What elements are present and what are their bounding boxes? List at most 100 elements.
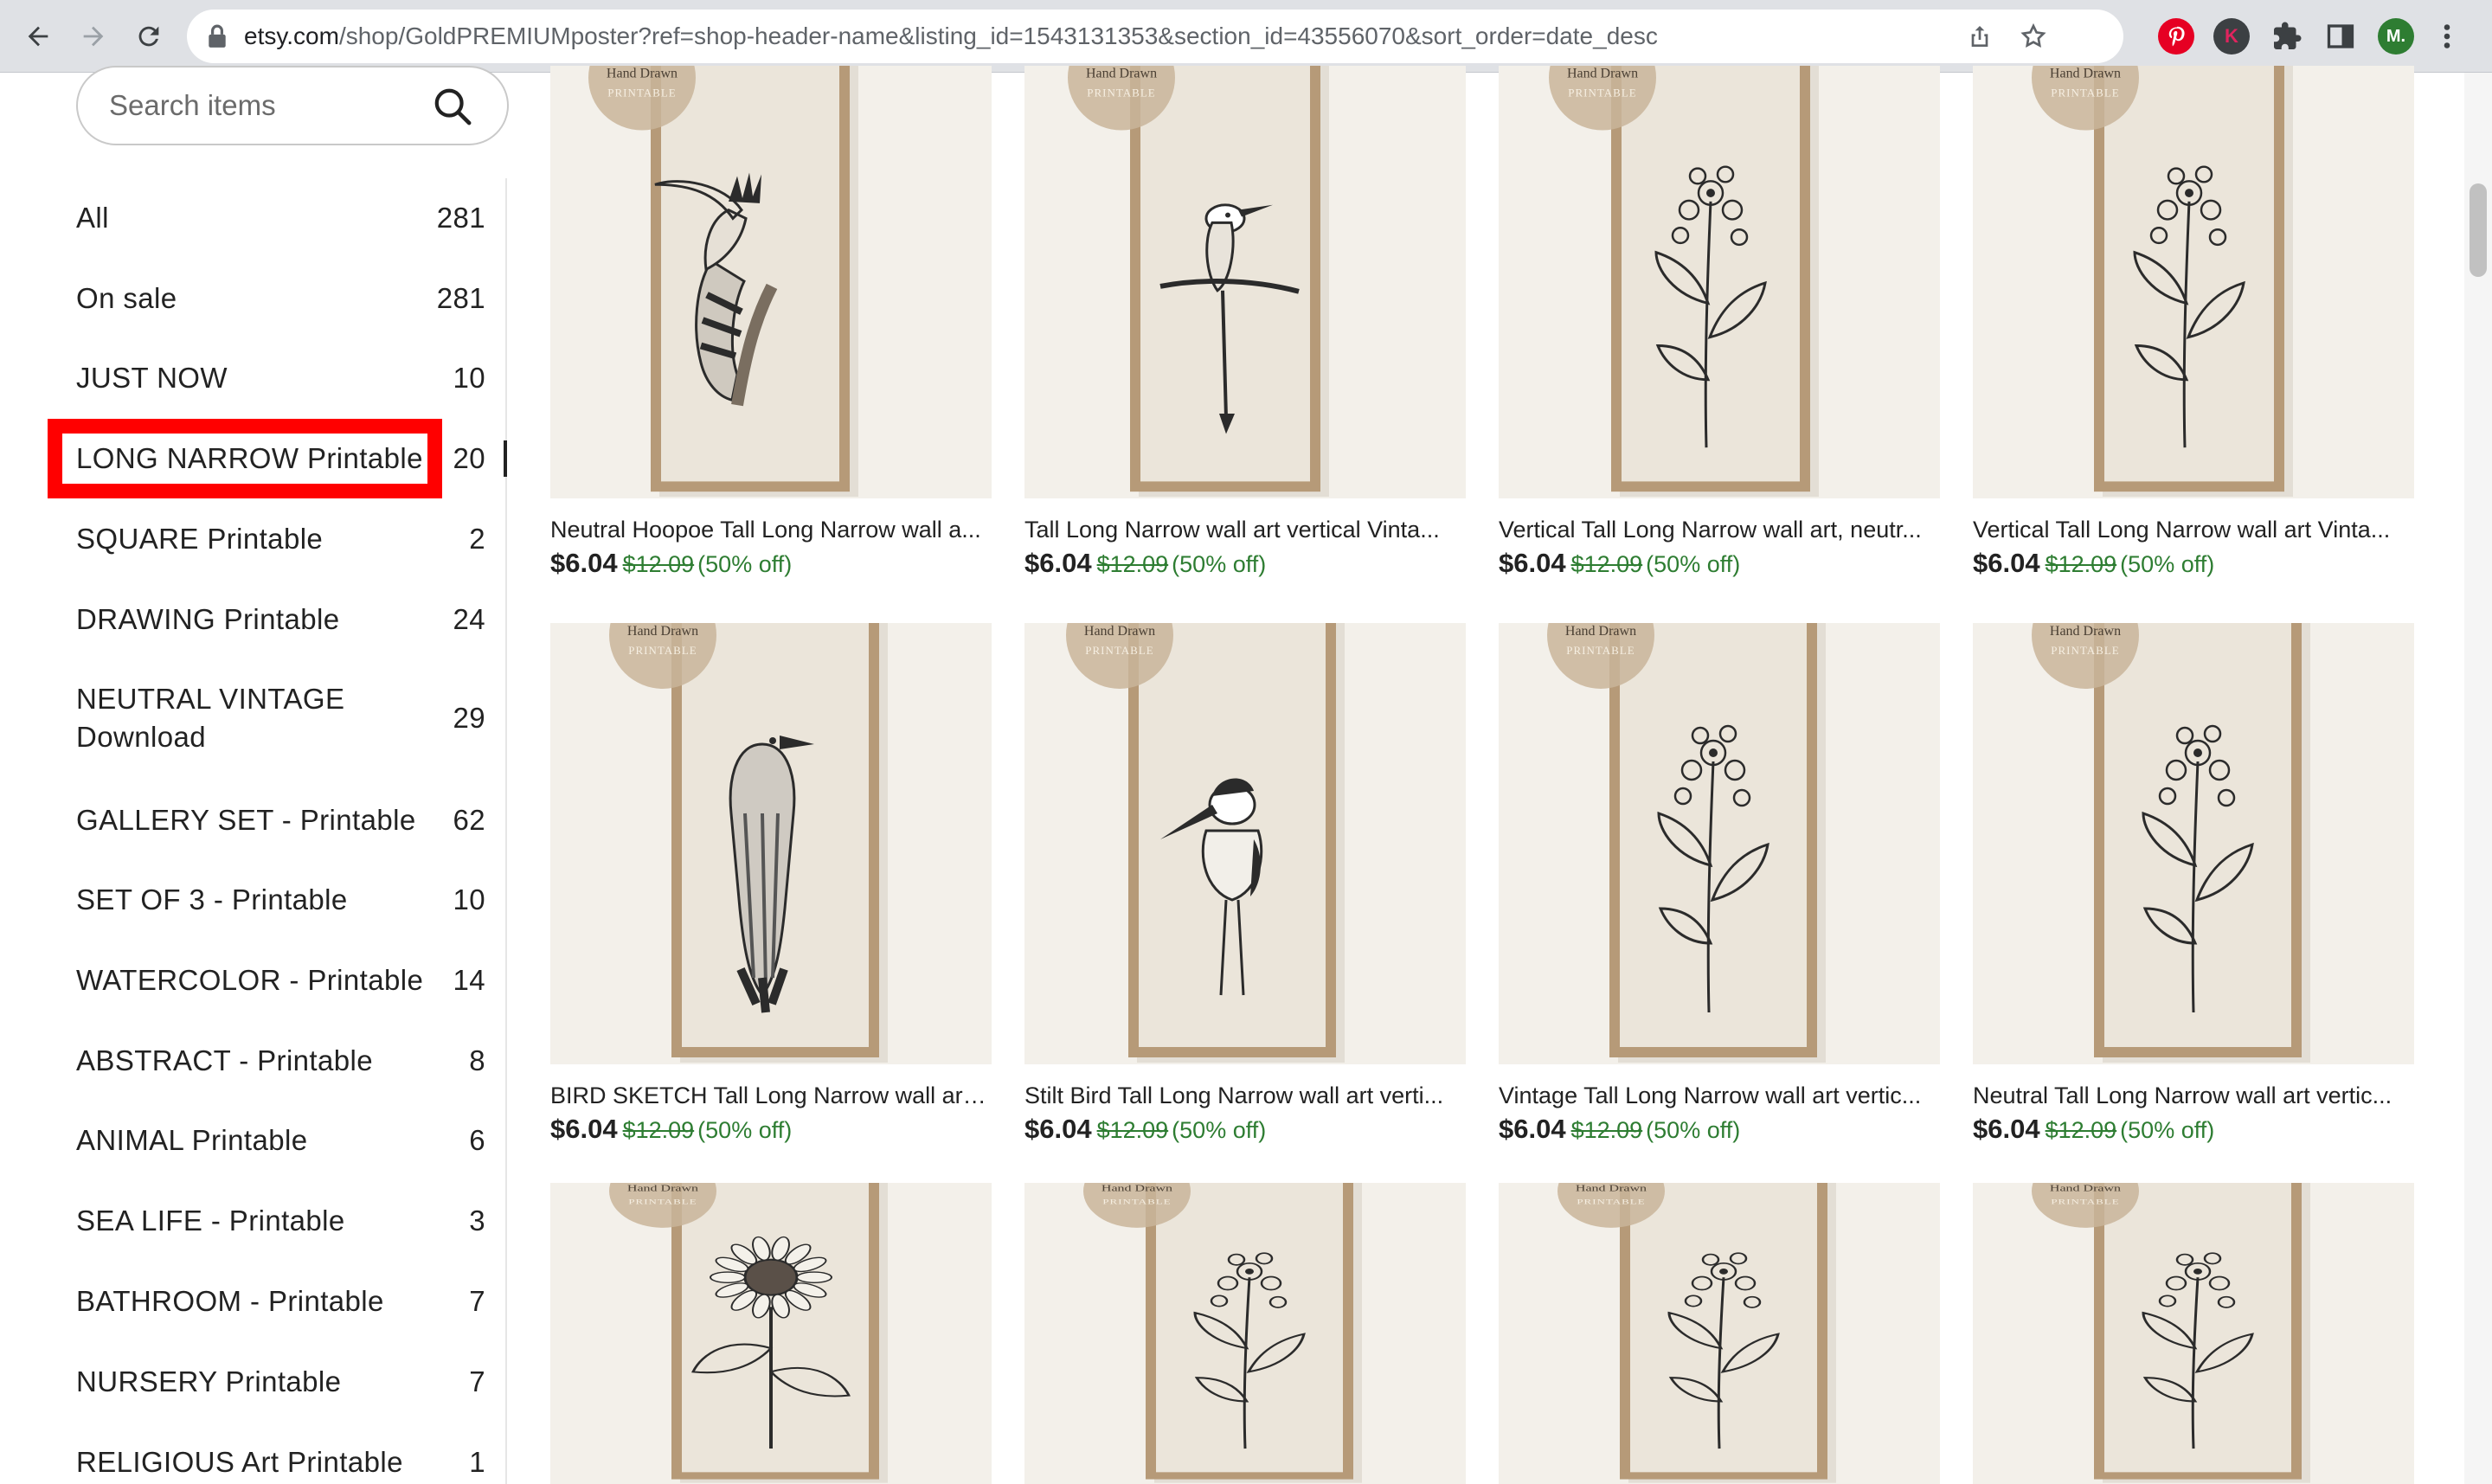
listing-image[interactable]: Hand Drawn PRINTABLE [1973, 623, 2414, 1064]
k-extension-button[interactable]: K [2213, 18, 2250, 55]
listing-image[interactable]: Hand Drawn PRINTABLE [550, 623, 992, 1064]
listing-title[interactable]: BIRD SKETCH Tall Long Narrow wall art,..… [550, 1080, 992, 1111]
svg-text:PRINTABLE: PRINTABLE [2051, 87, 2119, 99]
share-button[interactable] [1964, 21, 1995, 52]
listing-title[interactable]: Stilt Bird Tall Long Narrow wall art ver… [1024, 1080, 1466, 1111]
listing-price-row: $6.04 $12.09 (50% off) [1499, 547, 1940, 585]
sidebar-item-drawing-printable[interactable]: DRAWING Printable 24 [76, 601, 485, 639]
listing-image[interactable]: Hand Drawn PRINTABLE [1499, 66, 1940, 498]
sidebar-item-count: 7 [469, 1285, 485, 1317]
sidebar-item-all[interactable]: All 281 [76, 199, 485, 237]
discount-label: (50% off) [697, 551, 793, 577]
listing-image[interactable]: Hand Drawn PRINTABLE [1499, 1183, 1940, 1484]
sale-price: $6.04 [550, 1114, 618, 1144]
browser-toolbar: etsy.com/shop/GoldPREMIUMposter?ref=shop… [0, 0, 2492, 73]
sidebar-item-label: ANIMAL Printable [76, 1124, 308, 1156]
listing-image-art: Hand Drawn PRINTABLE [1973, 623, 2414, 1064]
listing-image[interactable]: Hand Drawn PRINTABLE [1973, 1183, 2414, 1484]
listing-title[interactable]: Vintage Tall Long Narrow wall art vertic… [1499, 1080, 1940, 1111]
side-panel-button[interactable] [2322, 18, 2359, 55]
listing-image[interactable]: Hand Drawn PRINTABLE [1024, 623, 1466, 1064]
original-price: $12.09 [2045, 551, 2117, 577]
bookmark-button[interactable] [2018, 21, 2049, 52]
page-scrollbar-thumb[interactable] [2470, 183, 2487, 277]
svg-text:PRINTABLE: PRINTABLE [1102, 1198, 1171, 1206]
listing-price-row: $6.04 $12.09 (50% off) [1973, 547, 2414, 585]
side-panel-icon [2327, 24, 2354, 48]
discount-label: (50% off) [697, 1117, 793, 1143]
listing-image-art: Hand Drawn PRINTABLE [1973, 66, 2414, 498]
sidebar-item-neutral-vintage[interactable]: NEUTRAL VINTAGE Download 29 [76, 680, 485, 756]
listing-image[interactable]: Hand Drawn PRINTABLE [550, 1183, 992, 1484]
original-price: $12.09 [622, 1117, 695, 1143]
sidebar-item-on-sale[interactable]: On sale 281 [76, 279, 485, 318]
sidebar-item-label: On sale [76, 282, 177, 314]
kebab-menu-icon [2444, 24, 2450, 48]
sidebar-item-label: DRAWING Printable [76, 603, 340, 635]
pinterest-extension-button[interactable] [2158, 18, 2194, 55]
sidebar-item-religious-art-printable[interactable]: RELIGIOUS Art Printable 1 [76, 1443, 485, 1481]
listing-image[interactable]: Hand Drawn PRINTABLE [550, 66, 992, 498]
sidebar-item-label: SET OF 3 - Printable [76, 883, 348, 915]
profile-initial: M. [2386, 26, 2406, 46]
sidebar-item-long-narrow-printable[interactable]: LONG NARROW Printable 20 [48, 419, 485, 498]
sidebar-item-label: RELIGIOUS Art Printable [76, 1446, 403, 1478]
reload-button[interactable] [128, 16, 170, 57]
back-button[interactable] [17, 16, 59, 57]
svg-text:Hand Drawn: Hand Drawn [1101, 1183, 1172, 1193]
sidebar-item-count: 10 [453, 362, 485, 394]
sidebar-item-animal-printable[interactable]: ANIMAL Printable 6 [76, 1121, 485, 1160]
listing-price-row: $6.04 $12.09 (50% off) [1973, 1113, 2414, 1151]
sidebar-item-count: 62 [453, 804, 485, 836]
svg-text:Hand Drawn: Hand Drawn [2050, 67, 2121, 81]
svg-text:Hand Drawn: Hand Drawn [1084, 624, 1155, 639]
forward-button[interactable] [73, 16, 114, 57]
listing-image[interactable]: Hand Drawn PRINTABLE [1024, 66, 1466, 498]
sidebar-divider [505, 178, 507, 1484]
listing-price-row: $6.04 $12.09 (50% off) [1499, 1113, 1940, 1151]
sidebar-item-sea-life-printable[interactable]: SEA LIFE - Printable 3 [76, 1202, 485, 1240]
profile-avatar[interactable]: M. [2378, 18, 2414, 55]
sidebar-item-nursery-printable[interactable]: NURSERY Printable 7 [76, 1363, 485, 1401]
extensions-button[interactable] [2269, 18, 2305, 55]
svg-text:Hand Drawn: Hand Drawn [2050, 624, 2121, 639]
listing-image[interactable]: Hand Drawn PRINTABLE [1973, 66, 2414, 498]
listing-title[interactable]: Neutral Hoopoe Tall Long Narrow wall a..… [550, 514, 992, 545]
sidebar-item-count: 281 [436, 202, 485, 234]
page-scrollbar[interactable] [2464, 73, 2492, 1484]
search-icon[interactable] [433, 87, 472, 126]
svg-text:Hand Drawn: Hand Drawn [2050, 1183, 2121, 1193]
forward-arrow-icon [83, 26, 104, 47]
listing-image[interactable]: Hand Drawn PRINTABLE [1024, 1183, 1466, 1484]
share-icon [1971, 26, 1988, 47]
sidebar-item-bathroom-printable[interactable]: BATHROOM - Printable 7 [76, 1282, 485, 1320]
listing-title[interactable]: Vertical Tall Long Narrow wall art, neut… [1499, 514, 1940, 545]
sidebar-item-watercolor-printable[interactable]: WATERCOLOR - Printable 14 [76, 961, 485, 999]
sidebar-item-gallery-set-printable[interactable]: GALLERY SET - Printable 62 [76, 801, 485, 839]
sale-price: $6.04 [1024, 1114, 1092, 1144]
listing-title[interactable]: Vertical Tall Long Narrow wall art Vinta… [1973, 514, 2414, 545]
sidebar-item-abstract-printable[interactable]: ABSTRACT - Printable 8 [76, 1042, 485, 1080]
search-input[interactable] [109, 67, 438, 144]
lock-icon [209, 24, 226, 48]
listing-image[interactable]: Hand Drawn PRINTABLE [1499, 623, 1940, 1064]
browser-menu-button[interactable] [2435, 18, 2459, 55]
sidebar-item-set-of-3-printable[interactable]: SET OF 3 - Printable 10 [76, 881, 485, 919]
listing-image-art: Hand Drawn PRINTABLE [1024, 623, 1466, 1064]
sidebar-item-count: 3 [469, 1205, 485, 1237]
url-text[interactable]: etsy.com/shop/GoldPREMIUMposter?ref=shop… [244, 10, 1658, 63]
svg-text:PRINTABLE: PRINTABLE [1085, 644, 1153, 657]
listing-title[interactable]: Neutral Tall Long Narrow wall art vertic… [1973, 1080, 2414, 1111]
sidebar-item-just-now[interactable]: JUST NOW 10 [76, 359, 485, 397]
sidebar-item-square-printable[interactable]: SQUARE Printable 2 [76, 520, 485, 558]
sidebar-item-count: 8 [469, 1044, 485, 1076]
svg-text:PRINTABLE: PRINTABLE [2051, 1198, 2119, 1206]
sale-price: $6.04 [550, 548, 618, 578]
discount-label: (50% off) [1646, 1117, 1741, 1143]
listing-title[interactable]: Tall Long Narrow wall art vertical Vinta… [1024, 514, 1466, 545]
address-bar[interactable]: etsy.com/shop/GoldPREMIUMposter?ref=shop… [187, 10, 2123, 63]
svg-text:Hand Drawn: Hand Drawn [627, 624, 698, 639]
svg-text:PRINTABLE: PRINTABLE [1566, 644, 1635, 657]
original-price: $12.09 [1570, 551, 1643, 577]
sidebar-item-label: LONG NARROW Printable [76, 442, 423, 474]
